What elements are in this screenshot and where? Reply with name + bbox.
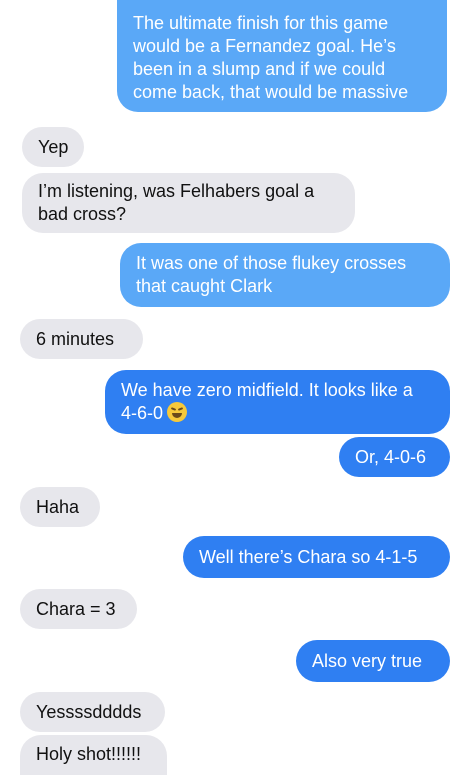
- message-text: Yep: [38, 136, 69, 157]
- received-message-bubble[interactable]: I’m listening, was Felhabers goal a bad …: [22, 173, 355, 233]
- received-message-bubble[interactable]: Chara = 3: [20, 589, 137, 629]
- received-message-bubble[interactable]: Holy shot!!!!!!: [20, 735, 167, 775]
- received-message-bubble[interactable]: Yessssdddds: [20, 692, 165, 732]
- sent-message-bubble[interactable]: It was one of those flukey crosses that …: [120, 243, 450, 307]
- sent-message-bubble[interactable]: The ultimate finish for this game would …: [117, 0, 447, 112]
- message-text: Holy shot!!!!!!: [36, 744, 142, 764]
- message-text: Yessssdddds: [36, 701, 142, 722]
- sent-message-bubble[interactable]: Well there’s Chara so 4-1-5: [183, 536, 450, 578]
- sent-message-bubble[interactable]: We have zero midfield. It looks like a 4…: [105, 370, 450, 434]
- message-text: 6 minutes: [36, 328, 115, 349]
- received-message-bubble[interactable]: 6 minutes: [20, 319, 143, 359]
- message-text: It was one of those flukey crosses that …: [136, 253, 407, 296]
- message-text: The ultimate finish for this game would …: [133, 13, 409, 102]
- received-message-bubble[interactable]: Haha: [20, 487, 100, 527]
- received-message-bubble[interactable]: Yep: [22, 127, 84, 167]
- message-text: I’m listening, was Felhabers goal a bad …: [38, 181, 315, 224]
- message-text: Well there’s Chara so 4-1-5: [199, 546, 418, 567]
- sent-message-bubble[interactable]: Or, 4-0-6: [339, 437, 450, 477]
- message-text: Also very true: [312, 650, 423, 671]
- laughing-emoji-icon: [167, 402, 188, 422]
- message-text: Or, 4-0-6: [355, 446, 427, 467]
- sent-message-bubble[interactable]: Also very true: [296, 640, 450, 682]
- message-text: Chara = 3: [36, 598, 116, 619]
- message-thread: The ultimate finish for this game would …: [0, 0, 474, 775]
- message-text: We have zero midfield. It looks like a 4…: [121, 380, 413, 423]
- message-text: Haha: [36, 496, 80, 517]
